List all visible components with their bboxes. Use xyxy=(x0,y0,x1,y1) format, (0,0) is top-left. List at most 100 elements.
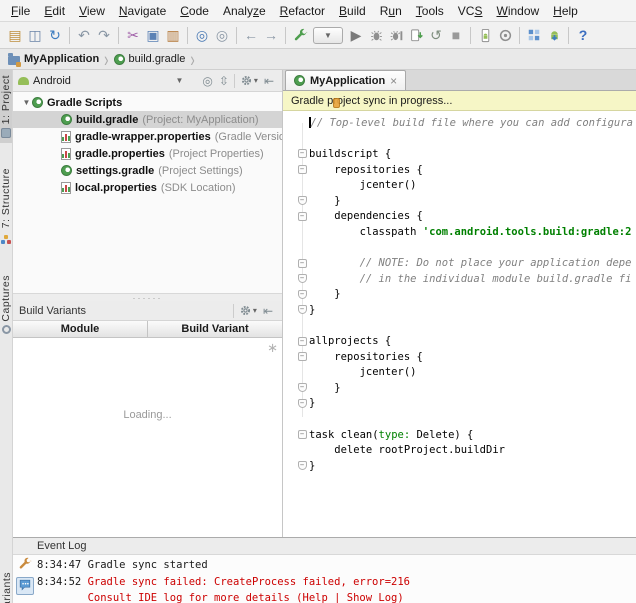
code-line-17[interactable]: jcenter() xyxy=(283,365,636,381)
code-line-15[interactable]: −allprojects { xyxy=(283,333,636,349)
menu-tools[interactable]: Tools xyxy=(409,1,451,21)
settings-gear-icon[interactable]: ▾ xyxy=(237,74,261,87)
project-view-selector[interactable]: Android xyxy=(33,75,71,87)
code-line-3[interactable]: −buildscript { xyxy=(283,146,636,162)
save-all-button[interactable]: ◫ xyxy=(25,24,45,46)
column-header-build-variant[interactable]: Build Variant xyxy=(148,321,282,337)
menu-navigate[interactable]: Navigate xyxy=(112,1,173,21)
back-button[interactable]: ← xyxy=(241,24,261,46)
locate-icon[interactable]: ◎ xyxy=(199,74,215,88)
code-line-20[interactable] xyxy=(283,411,636,427)
menu-window[interactable]: Window xyxy=(489,1,546,21)
code-line-4[interactable]: − repositories { xyxy=(283,162,636,178)
menu-help[interactable]: Help xyxy=(546,1,585,21)
tool-stripe-button-captures[interactable]: Captures xyxy=(0,270,12,340)
attach-debugger-button[interactable] xyxy=(406,24,426,46)
make-project-button[interactable] xyxy=(290,24,310,46)
fold-marker-icon[interactable]: − xyxy=(298,212,307,221)
settings-gear-icon[interactable]: ▾ xyxy=(236,304,260,317)
column-header-module[interactable]: Module xyxy=(13,321,148,337)
code-line-6[interactable]: − } xyxy=(283,193,636,209)
code-editor[interactable]: // Top-level build file where you can ad… xyxy=(283,111,636,537)
fold-marker-icon[interactable]: − xyxy=(298,461,307,470)
code-line-9[interactable] xyxy=(283,240,636,256)
link-show-log[interactable]: Show Log xyxy=(347,592,398,603)
menu-edit[interactable]: Edit xyxy=(37,1,72,21)
rerun-button[interactable]: ↺ xyxy=(426,24,446,46)
settings-wrench-icon[interactable] xyxy=(18,557,32,574)
event-log-toggle-button[interactable] xyxy=(16,577,34,595)
code-line-8[interactable]: classpath 'com.android.tools.build:gradl… xyxy=(283,224,636,240)
fold-marker-icon[interactable]: − xyxy=(298,196,307,205)
open-button[interactable]: ▤ xyxy=(5,24,25,46)
cut-button[interactable]: ✂ xyxy=(123,24,143,46)
tree-item-local-properties[interactable]: local.properties(SDK Location) xyxy=(13,179,282,196)
link-help[interactable]: Help xyxy=(303,592,328,603)
menu-refactor[interactable]: Refactor xyxy=(273,1,332,21)
chevron-down-icon[interactable]: ▼ xyxy=(175,76,183,85)
code-line-1[interactable]: // Top-level build file where you can ad… xyxy=(283,115,636,131)
fold-marker-icon[interactable]: − xyxy=(298,259,307,268)
expander-icon[interactable]: ▼ xyxy=(21,98,32,107)
tool-stripe-button-7-structure[interactable]: 7: Structure xyxy=(0,163,12,249)
sdk-manager-button[interactable] xyxy=(544,24,564,46)
menu-build[interactable]: Build xyxy=(332,1,373,21)
code-line-22[interactable]: delete rootProject.buildDir xyxy=(283,442,636,458)
run-button[interactable]: ▶ xyxy=(346,24,366,46)
fold-marker-icon[interactable]: − xyxy=(298,149,307,158)
code-line-12[interactable]: − } xyxy=(283,287,636,303)
hide-panel-icon[interactable]: ⇤ xyxy=(261,74,277,88)
menu-code[interactable]: Code xyxy=(173,1,216,21)
code-line-7[interactable]: − dependencies { xyxy=(283,209,636,225)
menu-view[interactable]: View xyxy=(72,1,112,21)
fold-marker-icon[interactable]: − xyxy=(298,337,307,346)
breadcrumb-item-build.gradle[interactable]: build.gradle xyxy=(114,53,186,65)
menu-analyze[interactable]: Analyze xyxy=(216,1,273,21)
undo-button[interactable]: ↶ xyxy=(74,24,94,46)
menu-vcs[interactable]: VCS xyxy=(451,1,490,21)
code-line-5[interactable]: jcenter() xyxy=(283,177,636,193)
synchronize-button[interactable]: ↻ xyxy=(45,24,65,46)
stop-button[interactable]: ■ xyxy=(446,24,466,46)
fold-marker-icon[interactable]: − xyxy=(298,165,307,174)
menu-run[interactable]: Run xyxy=(373,1,409,21)
tool-stripe-button-build-variants[interactable]: Build Variants xyxy=(0,567,13,603)
find-in-path-button[interactable]: ◎ xyxy=(212,24,232,46)
tree-item-build-gradle[interactable]: build.gradle(Project: MyApplication) xyxy=(13,111,282,128)
code-line-11[interactable]: − // in the individual module build.grad… xyxy=(283,271,636,287)
help-button[interactable]: ? xyxy=(573,24,593,46)
code-line-13[interactable]: −} xyxy=(283,302,636,318)
sync-project-button[interactable] xyxy=(495,24,515,46)
run-with-coverage-button[interactable] xyxy=(386,24,406,46)
code-line-21[interactable]: −task clean(type: Delete) { xyxy=(283,427,636,443)
code-line-23[interactable]: −} xyxy=(283,458,636,474)
code-line-10[interactable]: − // NOTE: Do not place your application… xyxy=(283,255,636,271)
fold-marker-icon[interactable]: − xyxy=(298,305,307,314)
fold-marker-icon[interactable]: − xyxy=(298,352,307,361)
fold-marker-icon[interactable]: − xyxy=(298,383,307,392)
fold-marker-icon[interactable]: − xyxy=(298,274,307,283)
collapse-all-icon[interactable]: ⇳ xyxy=(216,74,232,88)
editor-tab-myapplication[interactable]: MyApplication × xyxy=(285,70,406,90)
project-structure-button[interactable] xyxy=(524,24,544,46)
copy-button[interactable]: ▣ xyxy=(143,24,163,46)
fold-marker-icon[interactable]: − xyxy=(298,430,307,439)
panel-splitter[interactable]: ······ xyxy=(13,293,282,301)
code-line-14[interactable] xyxy=(283,318,636,334)
code-line-18[interactable]: − } xyxy=(283,380,636,396)
fold-marker-icon[interactable]: − xyxy=(298,399,307,408)
code-line-16[interactable]: − repositories { xyxy=(283,349,636,365)
hide-panel-icon[interactable]: ⇤ xyxy=(260,304,276,318)
forward-button[interactable]: → xyxy=(261,24,281,46)
run-configurations-selector[interactable]: ▼ xyxy=(313,27,343,44)
tree-item-settings-gradle[interactable]: settings.gradle(Project Settings) xyxy=(13,162,282,179)
tree-item-gradle-properties[interactable]: gradle.properties(Project Properties) xyxy=(13,145,282,162)
redo-button[interactable]: ↷ xyxy=(94,24,114,46)
paste-button[interactable]: ▥ xyxy=(163,24,183,46)
code-line-19[interactable]: −} xyxy=(283,396,636,412)
breadcrumb-item-myapplication[interactable]: MyApplication xyxy=(8,53,99,65)
menu-file[interactable]: File xyxy=(4,1,37,21)
avd-manager-button[interactable] xyxy=(475,24,495,46)
find-button[interactable]: ◎ xyxy=(192,24,212,46)
fold-marker-icon[interactable]: − xyxy=(298,290,307,299)
